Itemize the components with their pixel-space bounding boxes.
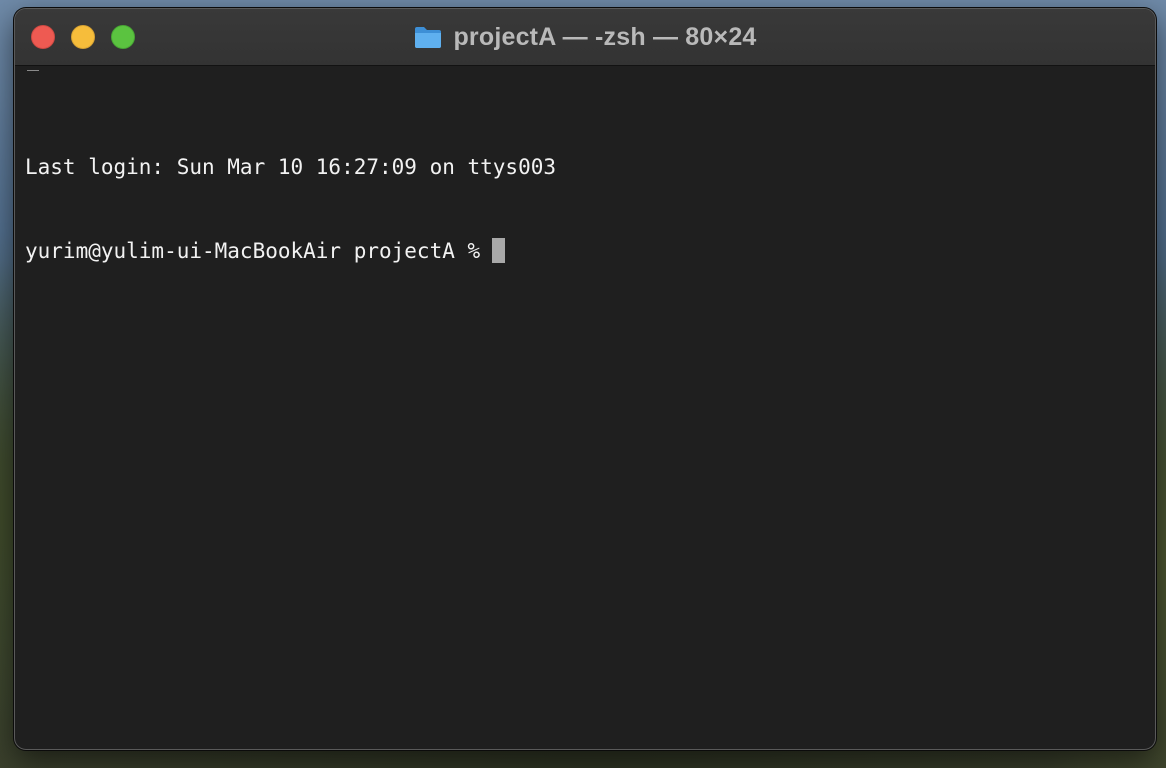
window-title: projectA — -zsh — 80×24 <box>15 9 1155 65</box>
title-bar[interactable]: projectA — -zsh — 80×24 <box>15 9 1155 66</box>
text-cursor <box>492 238 506 263</box>
folder-icon <box>415 27 442 48</box>
terminal-line-prompt[interactable]: yurim@yulim-ui-MacBookAir projectA % <box>25 237 1145 265</box>
scroll-mark <box>27 70 39 71</box>
shell-prompt: yurim@yulim-ui-MacBookAir projectA % <box>25 239 481 263</box>
terminal-content[interactable]: Last login: Sun Mar 10 16:27:09 on ttys0… <box>25 69 1145 739</box>
terminal-window[interactable]: projectA — -zsh — 80×24 Last login: Sun … <box>14 8 1156 750</box>
window-title-text: projectA — -zsh — 80×24 <box>453 22 757 51</box>
terminal-line-last-login: Last login: Sun Mar 10 16:27:09 on ttys0… <box>25 155 557 179</box>
